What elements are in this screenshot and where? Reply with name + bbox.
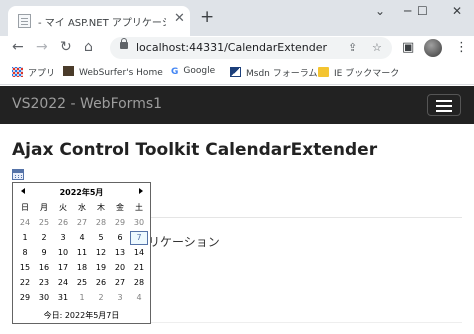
weekday-header: 火 <box>59 203 67 212</box>
calendar-day[interactable]: 2 <box>92 291 110 305</box>
bookmark-msdn[interactable]: Msdn フォーラム <box>230 66 317 79</box>
calendar-day[interactable]: 20 <box>111 261 129 275</box>
calendar-day[interactable]: 29 <box>16 291 34 305</box>
bookmark-google[interactable]: G Google <box>171 66 215 77</box>
calendar-day[interactable]: 1 <box>16 231 34 245</box>
calendar-day[interactable]: 14 <box>130 246 148 260</box>
maximize-button[interactable]: ☐ <box>417 4 428 18</box>
calendar-day[interactable]: 30 <box>35 291 53 305</box>
chevron-down-icon[interactable]: ⌄ <box>375 4 385 18</box>
calendar-day[interactable]: 30 <box>130 216 148 230</box>
calendar-day[interactable]: 23 <box>35 276 53 290</box>
new-tab-button[interactable]: + <box>200 8 214 26</box>
calendar-today[interactable]: 今日: 2022年5月7日 <box>13 310 150 321</box>
calendar-day[interactable]: 22 <box>16 276 34 290</box>
calendar-month-title[interactable]: 2022年5月 <box>13 187 150 198</box>
calendar-day[interactable]: 24 <box>16 216 34 230</box>
bookmarks-bar: アプリ WebSurfer's Home G Google Msdn フォーラム … <box>0 60 474 85</box>
weekday-header: 水 <box>78 203 86 212</box>
bookmark-apps[interactable]: アプリ <box>12 66 55 79</box>
page-title: Ajax Control Toolkit CalendarExtender <box>12 140 378 160</box>
calendar-day[interactable]: 28 <box>130 276 148 290</box>
next-month-icon[interactable] <box>139 188 143 194</box>
calendar-day[interactable]: 12 <box>92 246 110 260</box>
calendar-day[interactable]: 13 <box>111 246 129 260</box>
site-navbar: VS2022 - WebForms1 <box>0 86 474 124</box>
calendar-day[interactable]: 26 <box>92 276 110 290</box>
google-icon: G <box>171 67 179 77</box>
bookmark-star-icon[interactable]: ☆ <box>372 41 382 54</box>
calendar-day[interactable]: 24 <box>54 276 72 290</box>
calendar-day[interactable]: 16 <box>35 261 53 275</box>
calendar-day[interactable]: 1 <box>73 291 91 305</box>
calendar-day[interactable]: 3 <box>111 291 129 305</box>
weekday-header: 土 <box>135 203 143 212</box>
navbar-toggle-button[interactable] <box>427 94 461 116</box>
calendar-day[interactable]: 25 <box>35 216 53 230</box>
body-text: リケーション <box>148 235 220 249</box>
calendar-day[interactable]: 21 <box>130 261 148 275</box>
msdn-icon <box>230 67 241 77</box>
calendar-day[interactable]: 31 <box>54 291 72 305</box>
calendar-day[interactable]: 10 <box>54 246 72 260</box>
bookmark-ie-folder[interactable]: IE ブックマーク <box>318 66 399 79</box>
page-favicon-icon <box>18 14 31 28</box>
calendar-day[interactable]: 8 <box>16 246 34 260</box>
calendar-day[interactable]: 2 <box>35 231 53 245</box>
calendar-day[interactable]: 11 <box>73 246 91 260</box>
browser-tab[interactable]: - マイ ASP.NET アプリケーション ✕ <box>8 6 190 36</box>
websurfer-icon <box>63 66 74 76</box>
calendar-day[interactable]: 5 <box>92 231 110 245</box>
calendar-header: 2022年5月 <box>13 183 150 201</box>
calendar-day[interactable]: 3 <box>54 231 72 245</box>
back-button[interactable]: ← <box>12 39 24 55</box>
calendar-day[interactable]: 15 <box>16 261 34 275</box>
home-button[interactable]: ⌂ <box>84 39 93 55</box>
footer-divider <box>150 322 462 323</box>
close-window-button[interactable]: ✕ <box>452 4 462 18</box>
divider <box>150 217 462 218</box>
apps-grid-icon <box>12 67 23 77</box>
calendar-popup: 2022年5月 日月火水木金土 24 25 26 27 28 29 30 1 2 3 4 5 6 7 8 9 10… <box>12 182 151 324</box>
calendar-day[interactable]: 29 <box>111 216 129 230</box>
weekday-header: 月 <box>40 203 48 212</box>
forward-button[interactable]: → <box>36 39 48 55</box>
bookmark-websurfer[interactable]: WebSurfer's Home <box>63 66 163 78</box>
minimize-button[interactable]: ─ <box>404 4 411 18</box>
url-text[interactable]: localhost:44331/CalendarExtender <box>136 41 327 54</box>
reload-button[interactable]: ↻ <box>60 39 72 55</box>
hamburger-icon <box>436 100 452 102</box>
profile-avatar[interactable] <box>424 39 442 57</box>
tab-close-icon[interactable]: ✕ <box>174 12 185 26</box>
calendar-day[interactable]: 4 <box>130 291 148 305</box>
tab-strip: - マイ ASP.NET アプリケーション ✕ + ⌄ ─ ☐ ✕ <box>0 0 474 36</box>
calendar-day[interactable]: 6 <box>111 231 129 245</box>
calendar-day[interactable]: 28 <box>92 216 110 230</box>
lock-icon[interactable] <box>120 38 128 49</box>
calendar-day[interactable]: 19 <box>92 261 110 275</box>
weekday-header: 木 <box>97 203 105 212</box>
calendar-day[interactable]: 25 <box>73 276 91 290</box>
calendar-day[interactable]: 9 <box>35 246 53 260</box>
calendar-icon[interactable] <box>12 169 24 180</box>
address-bar[interactable]: localhost:44331/CalendarExtender ⇪ ☆ <box>110 37 392 59</box>
calendar-day[interactable]: 7 <box>130 231 148 245</box>
share-icon[interactable]: ⇪ <box>348 41 357 54</box>
site-brand[interactable]: VS2022 - WebForms1 <box>12 96 162 112</box>
folder-icon <box>318 67 329 77</box>
browser-toolbar: ← → ↻ ⌂ localhost:44331/CalendarExtender… <box>0 36 474 60</box>
menu-icon[interactable]: ⋮ <box>455 40 468 55</box>
weekday-header: 日 <box>21 203 29 212</box>
calendar-day[interactable]: 26 <box>54 216 72 230</box>
calendar-day[interactable]: 27 <box>73 216 91 230</box>
weekday-header: 金 <box>116 203 124 212</box>
side-panel-icon[interactable]: ▣ <box>402 40 414 55</box>
calendar-day[interactable]: 18 <box>73 261 91 275</box>
calendar-day[interactable]: 4 <box>73 231 91 245</box>
calendar-day[interactable]: 17 <box>54 261 72 275</box>
calendar-day[interactable]: 27 <box>111 276 129 290</box>
tab-title: - マイ ASP.NET アプリケーション <box>38 18 166 29</box>
